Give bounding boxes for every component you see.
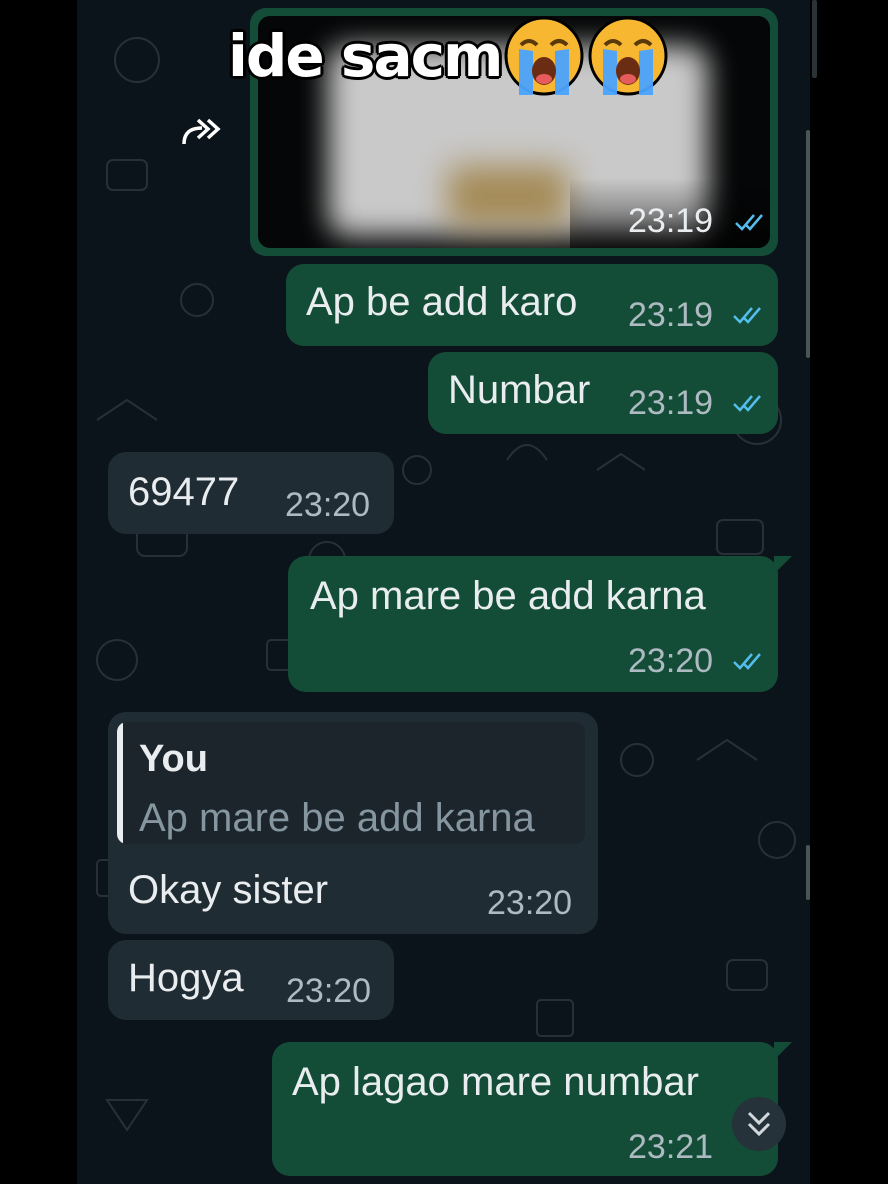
message-text: Ap mare be add karna	[310, 574, 706, 618]
loudly-crying-face-icon	[504, 16, 584, 96]
scrollbar-track[interactable]	[812, 0, 817, 78]
quote-bar	[117, 722, 123, 844]
message-text: Hogya	[128, 956, 244, 1000]
message-time: 23:19	[628, 296, 714, 334]
quoted-text: Ap mare be add karna	[139, 796, 535, 840]
double-chevron-down-icon	[747, 1111, 771, 1137]
read-ticks-icon	[735, 214, 763, 231]
message-time: 23:20	[285, 486, 371, 524]
message-text: 69477	[128, 470, 240, 514]
outgoing-message[interactable]: Numbar 23:19	[428, 352, 778, 434]
message-time: 23:20	[628, 642, 714, 680]
overlay-caption: ide sacm	[228, 16, 669, 96]
message-text: Ap be add karo	[306, 280, 578, 324]
read-ticks-icon	[733, 653, 761, 670]
incoming-message[interactable]: Hogya 23:20	[108, 940, 394, 1020]
message-time: 23:21	[628, 1128, 714, 1166]
caption-text: ide sacm	[228, 22, 503, 90]
message-time: 23:19	[628, 384, 714, 422]
outgoing-message[interactable]: Ap be add karo 23:19	[286, 264, 778, 346]
read-ticks-icon	[733, 307, 761, 324]
bubble-tail	[774, 556, 792, 574]
message-time: 23:20	[487, 884, 573, 922]
message-text: Numbar	[448, 368, 591, 412]
loudly-crying-face-icon	[588, 16, 668, 96]
forward-icon[interactable]	[180, 114, 224, 148]
quoted-author: You	[139, 738, 208, 780]
message-time: 23:20	[286, 972, 372, 1010]
bubble-tail	[774, 1042, 792, 1060]
incoming-message[interactable]: 69477 23:20	[108, 452, 394, 534]
message-text: Okay sister	[128, 868, 329, 912]
outgoing-message[interactable]: Ap mare be add karna 23:20	[288, 556, 778, 692]
scroll-to-bottom-button[interactable]	[732, 1097, 786, 1151]
scrollbar-thumb[interactable]	[806, 130, 810, 358]
read-ticks-icon	[733, 395, 761, 412]
message-time: 23:19	[628, 202, 714, 240]
message-text: Ap lagao mare numbar	[292, 1060, 699, 1104]
outgoing-message[interactable]: Ap lagao mare numbar 23:21	[272, 1042, 778, 1176]
scrollbar-thumb-secondary[interactable]	[806, 845, 810, 900]
quoted-message[interactable]: You Ap mare be add karna	[117, 722, 585, 844]
